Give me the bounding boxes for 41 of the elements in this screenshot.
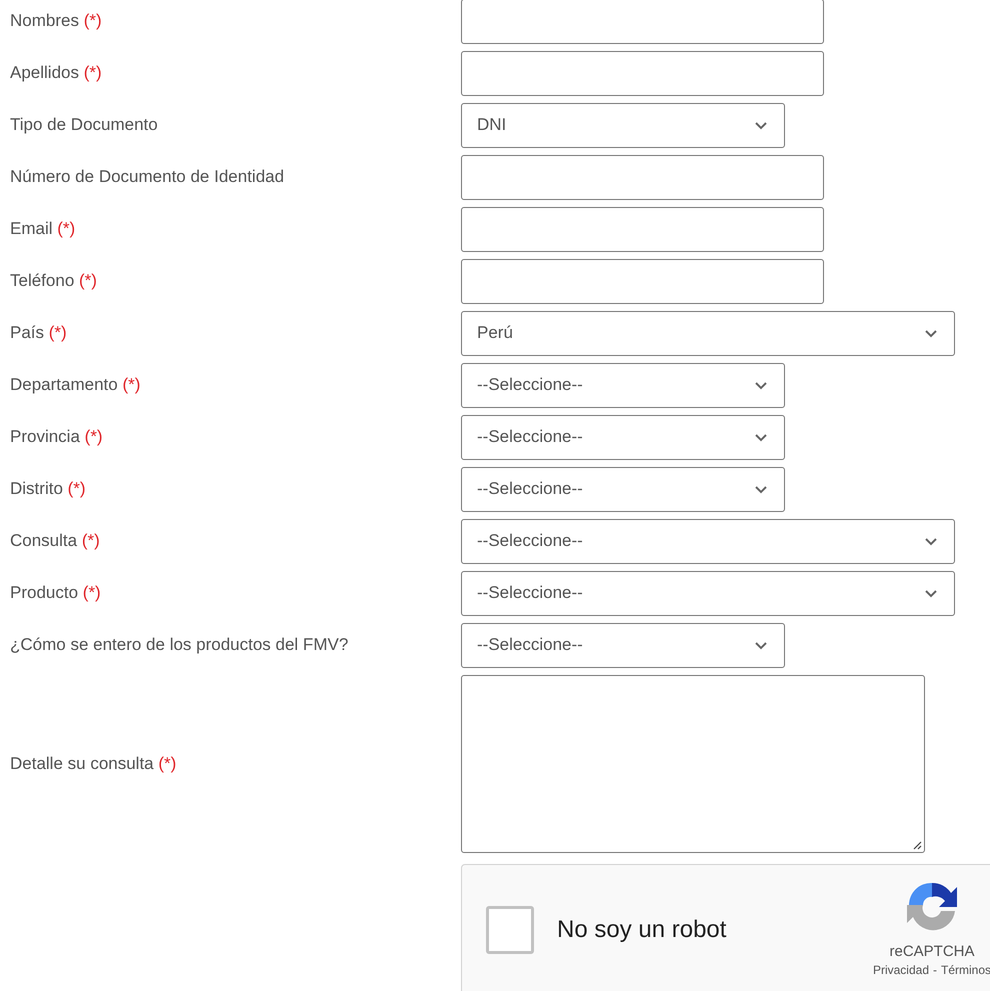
field-label: Provincia (*) <box>9 427 104 447</box>
field-label: País (*) <box>9 323 68 343</box>
dropdown[interactable]: --Seleccione-- <box>461 466 785 512</box>
link-separator: - <box>933 963 937 977</box>
dropdown[interactable]: DNI <box>461 102 785 148</box>
checkbox[interactable] <box>486 906 534 954</box>
field-label: Número de Documento de Identidad <box>9 167 286 187</box>
chevron-down-icon <box>924 536 938 546</box>
chevron-down-icon <box>924 328 938 338</box>
resize-grip-icon[interactable] <box>913 841 922 850</box>
dropdown[interactable]: --Seleccione-- <box>461 622 785 668</box>
chevron-down-icon <box>754 432 768 442</box>
brand-name: reCAPTCHA <box>889 943 974 960</box>
field-label: Apellidos (*) <box>9 63 103 83</box>
chevron-down-icon <box>754 380 768 390</box>
field-label: Distrito (*) <box>9 479 87 499</box>
field-label: Consulta (*) <box>9 531 101 551</box>
dropdown[interactable]: --Seleccione-- <box>461 414 785 460</box>
chevron-down-icon <box>754 120 768 130</box>
field-label: Departamento (*) <box>9 375 142 395</box>
field-label: Email (*) <box>9 219 76 239</box>
field-label: Producto (*) <box>9 583 102 603</box>
field-label: ¿Cómo se entero de los productos del FMV? <box>9 635 350 655</box>
field-label: Detalle su consulta (*) <box>9 754 178 774</box>
field-label: Nombres (*) <box>9 11 103 31</box>
chevron-down-icon <box>754 640 768 650</box>
chevron-down-icon <box>924 588 938 598</box>
captcha-label: No soy un robot <box>557 916 726 944</box>
chevron-down-icon <box>754 484 768 494</box>
text-input[interactable] <box>461 154 824 200</box>
text-input[interactable] <box>461 258 824 304</box>
dropdown[interactable]: Perú <box>461 310 955 356</box>
text-input[interactable] <box>461 206 824 252</box>
footer-link[interactable]: Privacidad <box>872 963 929 977</box>
dropdown[interactable]: --Seleccione-- <box>461 570 955 616</box>
field-label: Tipo de Documento <box>9 115 159 135</box>
field-label: Teléfono (*) <box>9 271 98 291</box>
dropdown[interactable]: --Seleccione-- <box>461 518 955 564</box>
dropdown[interactable]: --Seleccione-- <box>461 362 785 408</box>
text-input[interactable] <box>461 0 824 44</box>
text-input[interactable] <box>461 50 824 96</box>
